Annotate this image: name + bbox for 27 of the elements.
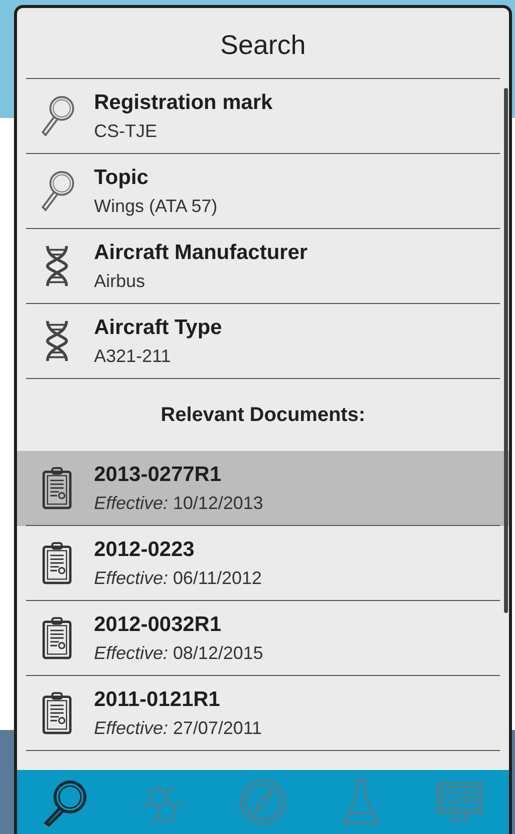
effective-date: Effective: 08/12/2015	[94, 642, 264, 664]
scrollbar[interactable]	[504, 88, 508, 613]
filter-label: Registration mark	[94, 90, 273, 114]
effective-date: Effective: 27/07/2011	[94, 718, 262, 738]
filter-value: Airbus	[94, 270, 146, 292]
filter-label: Aircraft Manufacturer	[94, 240, 308, 264]
filter-value: Wings (ATA 57)	[94, 196, 218, 216]
document-number: 2012-0032R1	[94, 612, 222, 636]
filter-row[interactable]: Aircraft Manufacturer Airbus	[26, 228, 500, 303]
screen-title: Search	[219, 29, 307, 62]
filter-label: Topic	[94, 166, 150, 190]
document-row[interactable]: 2012-0032R1 Effective: 08/12/2015	[17, 601, 509, 676]
document-number: 2011-0121R1	[94, 688, 222, 712]
compass-icon	[238, 777, 288, 827]
filter-row[interactable]: Topic Wings (ATA 57)	[26, 153, 500, 228]
filter-label: Aircraft Type	[94, 316, 222, 340]
effective-date: Effective: 06/11/2012	[94, 568, 262, 588]
filter-row[interactable]: Aircraft Type A321-211	[26, 303, 500, 378]
document-row[interactable]: 2012-0223 Effective: 06/11/2012	[17, 526, 509, 601]
filter-row[interactable]: Registration mark CS-TJE	[26, 78, 500, 153]
document-number: 2013-0277R1	[94, 462, 222, 486]
filter-value: CS-TJE	[94, 120, 158, 142]
document-number: 2012-0223	[94, 538, 196, 562]
document-row[interactable]: 2011-0121R1 Effective: 27/07/2011	[17, 676, 509, 751]
effective-date: Effective: 10/12/2013	[94, 492, 264, 514]
document-row[interactable]: 2013-0277R1 Effective: 10/12/2013	[17, 451, 509, 526]
filter-value: A321-211	[94, 346, 172, 366]
